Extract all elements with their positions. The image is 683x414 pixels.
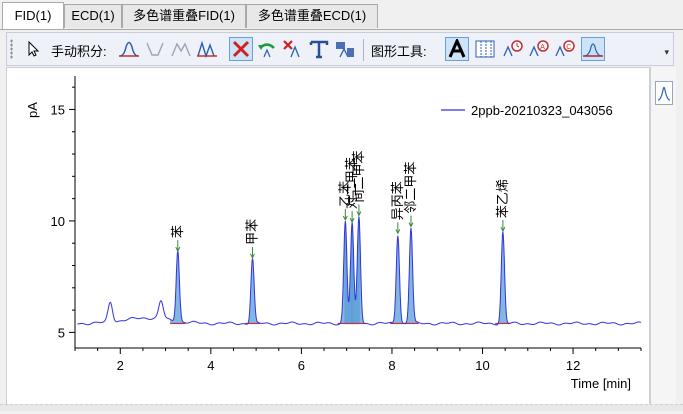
x-tick-label: 6 xyxy=(298,358,305,373)
y-tick-label: 10 xyxy=(51,214,65,229)
plot-frame: 5 10 15 2 4 6 8 10 12 pA Time [min] 2ppb-20210323_0… xyxy=(6,67,650,410)
y-axis-label: pA xyxy=(25,102,40,118)
fill-peak-button[interactable] xyxy=(581,37,605,61)
area-a-icon: A xyxy=(529,40,549,57)
chromatogram-panel: 5 10 15 2 4 6 8 10 12 pA Time [min] 2ppb-20210323_0… xyxy=(0,67,683,410)
conc-c-icon: C xyxy=(555,40,575,57)
manual-integration-label: 手动积分: xyxy=(51,44,107,59)
toolbar-grip[interactable] xyxy=(10,39,13,59)
export-chart-icon xyxy=(336,42,354,58)
skim-peak-button[interactable] xyxy=(195,37,219,61)
peak-view-button[interactable] xyxy=(655,81,673,105)
toolbar-overflow-chevron-icon[interactable]: ▾ xyxy=(664,47,669,58)
tab-fid[interactable]: FID(1) xyxy=(2,2,64,30)
peak-integrate-icon xyxy=(119,41,139,57)
vertical-toolbar xyxy=(650,67,676,410)
legend-label: 2ppb-20210323_043056 xyxy=(471,103,613,118)
delete-all-icon xyxy=(283,40,300,58)
integration-toolbar: 手动积分: 图形工具: A C ▾ xyxy=(6,32,674,66)
clock-peak-icon xyxy=(503,40,523,57)
peak-view-icon xyxy=(657,86,671,101)
peak-area-fill xyxy=(495,231,511,325)
x-tick-label: 4 xyxy=(207,358,214,373)
peak-label: 间二甲苯 xyxy=(351,150,366,202)
concentration-label-button[interactable]: C xyxy=(553,37,577,61)
peak-area-fill xyxy=(170,250,186,324)
tab-bar: FID(1) ECD(1) 多色谱重叠FID(1) 多色谱重叠ECD(1) xyxy=(0,0,683,30)
x-tick-label: 10 xyxy=(475,358,489,373)
y-tick-label: 5 xyxy=(58,325,65,340)
toolbar-separator xyxy=(363,39,364,61)
area-label-button[interactable]: A xyxy=(527,37,551,61)
x-tick-label: 8 xyxy=(388,358,395,373)
peak-label: 苯乙烯 xyxy=(495,179,510,218)
svg-text:A: A xyxy=(540,44,545,51)
valley-icon xyxy=(146,42,164,56)
peak-label: 邻二甲苯 xyxy=(403,162,418,214)
bold-a-icon xyxy=(448,39,466,58)
peak-area-fill xyxy=(390,235,406,324)
grid-chart-icon xyxy=(475,40,495,58)
skim-peak-icon xyxy=(197,40,217,59)
text-annotation-button[interactable] xyxy=(307,37,331,61)
graph-tools-label: 图形工具: xyxy=(371,44,427,59)
tab-underline xyxy=(0,29,683,30)
x-tick-label: 12 xyxy=(566,358,580,373)
undo-arrow-icon xyxy=(258,43,275,58)
delete-peak-icon xyxy=(232,40,250,58)
svg-text:C: C xyxy=(566,44,571,51)
delete-all-peaks-button[interactable] xyxy=(281,37,305,61)
y-tick-label: 15 xyxy=(51,102,65,117)
valley-tool-button[interactable] xyxy=(143,37,167,61)
peak-area-fill xyxy=(403,227,419,324)
undo-button[interactable] xyxy=(255,37,279,61)
x-tick-label: 2 xyxy=(117,358,124,373)
split-peak-button[interactable] xyxy=(169,37,193,61)
export-button[interactable] xyxy=(333,37,357,61)
filled-peak-icon xyxy=(583,43,603,57)
baseline-tool-button[interactable] xyxy=(473,37,497,61)
time-label-button[interactable] xyxy=(501,37,525,61)
delete-peak-button[interactable] xyxy=(229,37,253,61)
integrate-peak-button[interactable] xyxy=(117,37,141,61)
tab-overlay-ecd[interactable]: 多色谱重叠ECD(1) xyxy=(246,4,378,28)
peak-label: 苯 xyxy=(170,225,185,238)
x-axis-label: Time [min] xyxy=(571,376,631,391)
split-peak-icon xyxy=(171,42,191,57)
tab-ecd[interactable]: ECD(1) xyxy=(64,4,122,28)
chromatogram-chart[interactable]: 5 10 15 2 4 6 8 10 12 pA Time [min] 2ppb-20210323_0… xyxy=(7,68,649,409)
text-t-icon xyxy=(309,40,329,59)
font-tool-button[interactable] xyxy=(445,37,469,61)
peak-area-fill xyxy=(244,258,261,325)
tab-overlay-fid[interactable]: 多色谱重叠FID(1) xyxy=(122,4,246,28)
peak-label: 甲苯 xyxy=(244,219,259,245)
pointer-tool-button[interactable] xyxy=(21,37,45,61)
pointer-icon xyxy=(28,40,40,57)
